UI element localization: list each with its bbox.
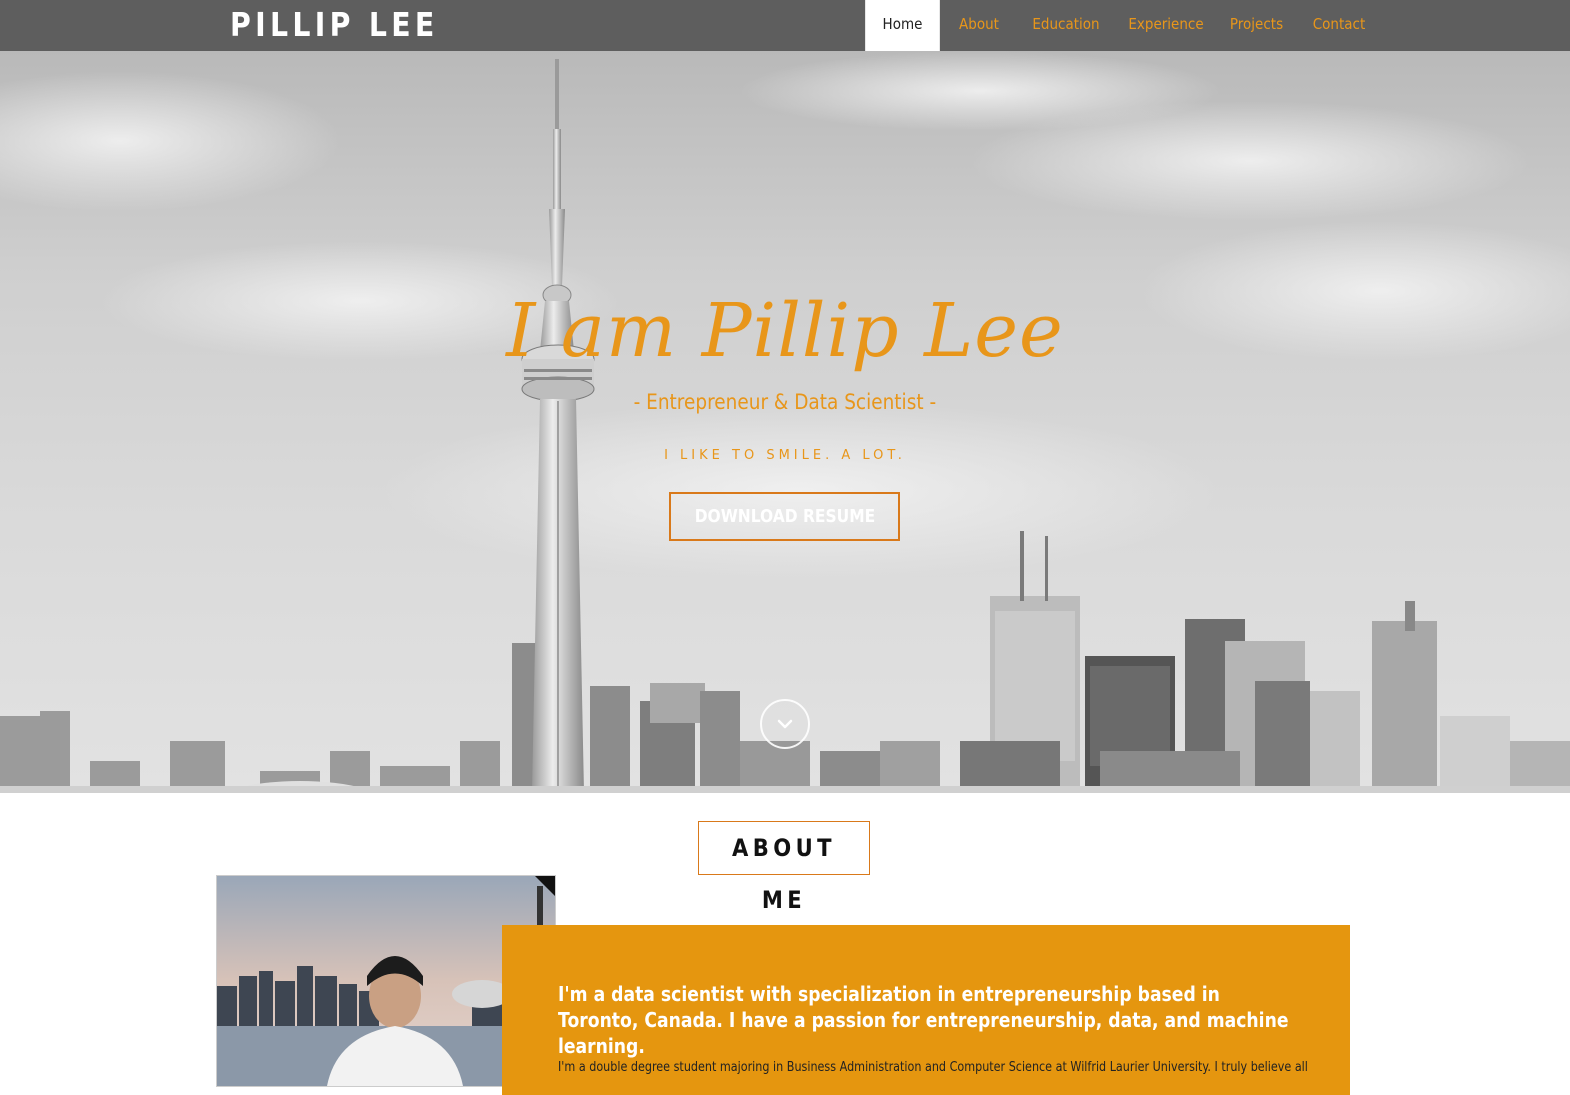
hero-tagline: I LIKE TO SMILE. A LOT. [664,448,906,463]
download-resume-button[interactable]: DOWNLOAD RESUME [669,492,900,541]
nav-item-experience[interactable]: Experience [1123,0,1209,51]
hero-section: I am Pillip Lee - Entrepreneur & Data Sc… [0,51,1570,793]
chevron-down-icon [777,719,793,729]
hero-title: I am Pillip Lee [506,288,1064,374]
nav-item-about[interactable]: About [948,0,1011,51]
site-brand[interactable]: PILLIP LEE [230,4,439,46]
skyline-background [0,51,1570,793]
nav-item-education[interactable]: Education [1019,0,1113,51]
about-body-text: I'm a double degree student majoring in … [558,1060,1308,1075]
nav-item-home[interactable]: Home [865,0,940,51]
nav-item-contact[interactable]: Contact [1303,0,1375,51]
top-navbar: PILLIP LEE Home About Education Experien… [0,0,1570,51]
nav-item-projects[interactable]: Projects [1218,0,1295,51]
scroll-down-button[interactable] [760,699,810,749]
about-lead-text: I'm a data scientist with specialization… [558,982,1289,1058]
about-heading-text: ABOUT ME [732,834,836,914]
about-card: I'm a data scientist with specialization… [502,925,1350,1095]
hero-subtitle-text: - Entrepreneur & Data Scientist - [633,390,937,414]
hero-subtitle: - Entrepreneur & Data Scientist - [0,387,1570,417]
download-resume-label: DOWNLOAD RESUME [694,506,875,527]
about-heading: ABOUT ME [698,821,870,914]
